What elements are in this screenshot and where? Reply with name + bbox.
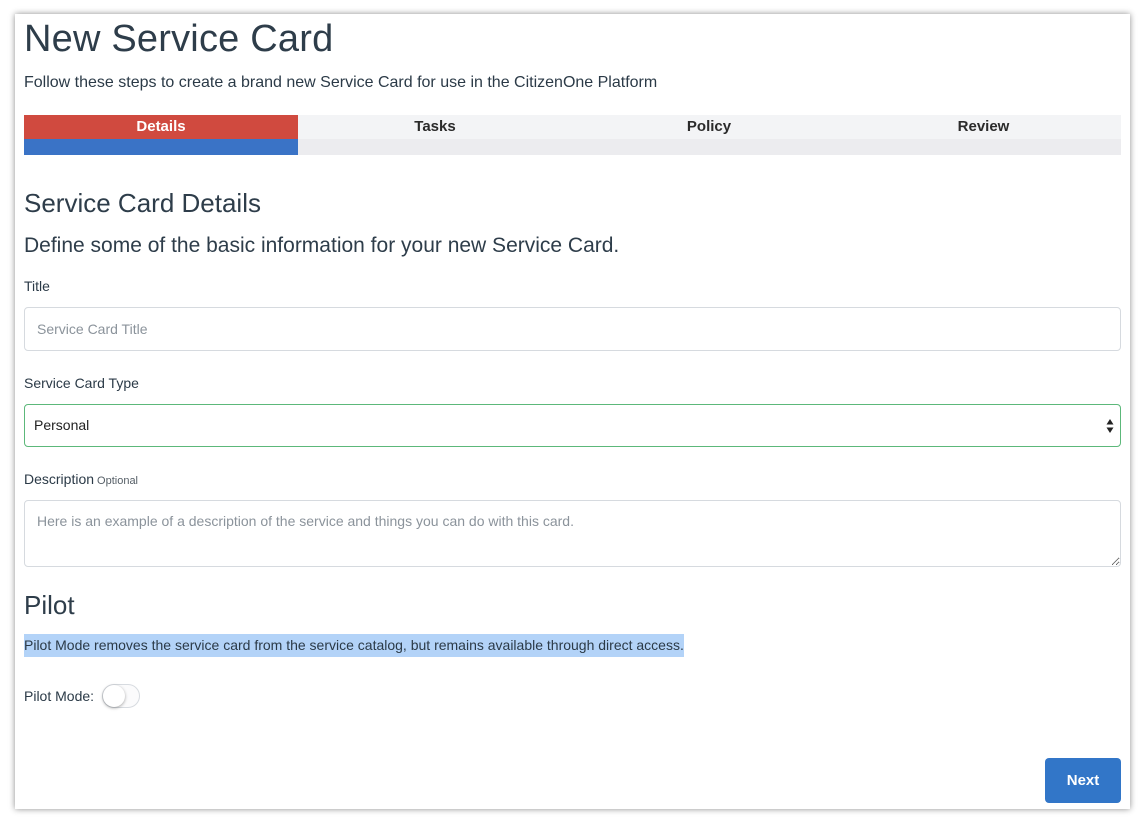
step-policy[interactable]: Policy xyxy=(572,115,846,139)
pilot-mode-row: Pilot Mode: xyxy=(24,683,141,709)
title-input[interactable] xyxy=(24,307,1121,351)
description-label: Description Optional xyxy=(24,471,138,487)
section-title-details: Service Card Details xyxy=(24,188,261,218)
step-review[interactable]: Review xyxy=(846,115,1121,139)
toggle-knob xyxy=(103,685,126,707)
page-title: New Service Card xyxy=(24,18,334,60)
pilot-mode-label: Pilot Mode: xyxy=(24,688,95,704)
section-title-pilot: Pilot xyxy=(24,590,75,620)
step-tasks[interactable]: Tasks xyxy=(298,115,572,139)
optional-tag: Optional xyxy=(97,475,139,487)
step-progress-bar xyxy=(24,139,298,155)
section-subtitle-details: Define some of the basic information for… xyxy=(24,234,620,257)
service-card-type-select[interactable]: Personal xyxy=(24,404,1121,447)
next-button[interactable]: Next xyxy=(1045,758,1121,803)
select-arrows-icon xyxy=(1106,419,1114,433)
wizard-stepper: Details Tasks Policy Review xyxy=(24,115,1121,155)
service-card-form: New Service Card Follow these steps to c… xyxy=(15,14,1130,809)
pilot-description: Pilot Mode removes the service card from… xyxy=(24,634,684,657)
page-subtitle: Follow these steps to create a brand new… xyxy=(24,74,658,91)
description-textarea[interactable] xyxy=(24,500,1121,567)
title-label: Title xyxy=(24,278,50,294)
select-value: Personal xyxy=(34,417,90,433)
pilot-mode-toggle[interactable] xyxy=(102,684,141,708)
step-details[interactable]: Details xyxy=(24,115,298,139)
description-label-text: Description xyxy=(24,471,95,487)
type-label: Service Card Type xyxy=(24,375,139,391)
